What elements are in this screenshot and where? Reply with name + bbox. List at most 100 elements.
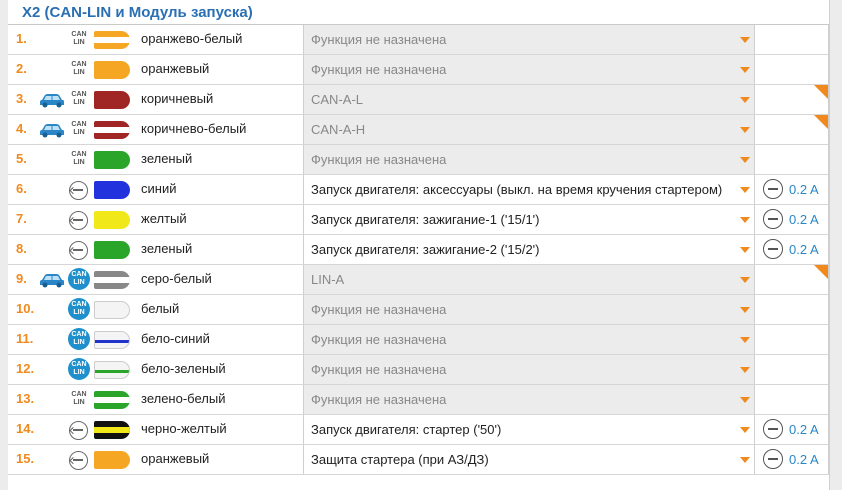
wire-color-swatch (94, 241, 130, 259)
output-toggle-icon[interactable] (69, 181, 88, 200)
output-toggle-icon[interactable] (69, 421, 88, 440)
current-limit-value: 0.2 A (789, 182, 819, 197)
dropdown-arrow-icon[interactable] (740, 127, 750, 133)
wire-color-swatch (94, 361, 130, 379)
can-lin-badge: CAN LIN (68, 58, 90, 80)
output-toggle-icon[interactable] (69, 451, 88, 470)
dropdown-arrow-icon[interactable] (740, 307, 750, 313)
output-settings-cell (755, 385, 829, 414)
pin-row: 2. CAN LIN оранжевый Функция не назначен… (8, 55, 829, 85)
wire-color-swatch (94, 391, 130, 409)
pin-number: 5. (16, 151, 27, 166)
function-value: Запуск двигателя: зажигание-2 ('15/2') (311, 242, 540, 257)
wire-color-swatch (94, 421, 130, 439)
function-select[interactable]: Функция не назначена (303, 355, 755, 384)
function-select[interactable]: Функция не назначена (303, 25, 755, 54)
can-label: CAN (71, 331, 87, 338)
pin-number: 11. (16, 331, 34, 346)
wire-stripe (94, 127, 130, 133)
dropdown-arrow-icon[interactable] (740, 217, 750, 223)
dropdown-arrow-icon[interactable] (740, 187, 750, 193)
wire-color-name: коричнево-белый (141, 121, 247, 136)
function-select[interactable]: Запуск двигателя: зажигание-1 ('15/1') (303, 205, 755, 234)
dropdown-arrow-icon[interactable] (740, 277, 750, 283)
output-toggle-icon[interactable] (69, 211, 88, 230)
function-value: Запуск двигателя: аксессуары (выкл. на в… (311, 182, 723, 197)
dropdown-arrow-icon[interactable] (740, 157, 750, 163)
current-limit-minus-icon[interactable] (763, 209, 783, 229)
output-settings-cell: 0.2 A (755, 415, 829, 444)
output-settings-cell (755, 265, 829, 294)
function-select[interactable]: Запуск двигателя: стартер ('50') (303, 415, 755, 444)
dropdown-arrow-icon[interactable] (740, 337, 750, 343)
dropdown-arrow-icon[interactable] (740, 67, 750, 73)
connector-panel: X2 (CAN-LIN и Модуль запуска) 1. CAN LIN… (8, 0, 830, 490)
dropdown-arrow-icon[interactable] (740, 427, 750, 433)
function-select[interactable]: Функция не назначена (303, 325, 755, 354)
pin-number: 3. (16, 91, 27, 106)
wire-color-name: желтый (141, 211, 187, 226)
can-lin-badge: CAN LIN (68, 28, 90, 50)
function-value: Запуск двигателя: зажигание-1 ('15/1') (311, 212, 540, 227)
wire-color-name: оранжево-белый (141, 31, 243, 46)
function-select[interactable]: CAN-A-L (303, 85, 755, 114)
pin-number: 4. (16, 121, 27, 136)
function-select[interactable]: CAN-A-H (303, 115, 755, 144)
function-select[interactable]: Защита стартера (при АЗ/ДЗ) (303, 445, 755, 474)
dropdown-arrow-icon[interactable] (740, 37, 750, 43)
lin-label: LIN (73, 399, 85, 406)
can-label: CAN (71, 301, 87, 308)
pin-number: 2. (16, 61, 27, 76)
lin-label: LIN (73, 69, 85, 76)
dropdown-arrow-icon[interactable] (740, 367, 750, 373)
wire-stripe (94, 37, 130, 43)
lin-label: LIN (73, 309, 85, 316)
pin-row: 5. CAN LIN зеленый Функция не назначена (8, 145, 829, 175)
wire-color-name: зеленый (141, 151, 193, 166)
function-select[interactable]: Запуск двигателя: зажигание-2 ('15/2') (303, 235, 755, 264)
wire-color-swatch (94, 211, 130, 229)
output-settings-cell (755, 145, 829, 174)
current-limit-value: 0.2 A (789, 422, 819, 437)
dropdown-arrow-icon[interactable] (740, 457, 750, 463)
can-lin-badge: CAN LIN (68, 118, 90, 140)
pin-row: 15. оранжевый Защита стартера (при АЗ/ДЗ… (8, 445, 829, 475)
dropdown-arrow-icon[interactable] (740, 97, 750, 103)
current-limit-minus-icon[interactable] (763, 449, 783, 469)
function-value: Функция не назначена (311, 362, 447, 377)
can-label: CAN (71, 121, 87, 128)
wire-color-name: оранжевый (141, 451, 210, 466)
output-settings-cell (755, 325, 829, 354)
function-select[interactable]: LIN-A (303, 265, 755, 294)
function-select[interactable]: Функция не назначена (303, 55, 755, 84)
output-settings-cell (755, 85, 829, 114)
lin-label: LIN (73, 339, 85, 346)
pin-number: 9. (16, 271, 27, 286)
output-toggle-icon[interactable] (69, 241, 88, 260)
pin-row: 12. CAN LIN бело-зеленый Функция не назн… (8, 355, 829, 385)
wire-color-name: синий (141, 181, 177, 196)
dropdown-arrow-icon[interactable] (740, 247, 750, 253)
function-select[interactable]: Функция не назначена (303, 295, 755, 324)
corner-marker-icon (814, 265, 828, 279)
lin-label: LIN (73, 159, 85, 166)
current-limit-minus-icon[interactable] (763, 419, 783, 439)
wire-color-swatch (94, 31, 130, 49)
wire-color-swatch (94, 271, 130, 289)
pin-row: 4. CAN LIN коричнево-белый CAN-A-H (8, 115, 829, 145)
current-limit-minus-icon[interactable] (763, 179, 783, 199)
pin-number: 13. (16, 391, 35, 406)
wire-color-name: коричневый (141, 91, 214, 106)
function-select[interactable]: Запуск двигателя: аксессуары (выкл. на в… (303, 175, 755, 204)
pin-row: 10. CAN LIN белый Функция не назначена (8, 295, 829, 325)
current-limit-minus-icon[interactable] (763, 239, 783, 259)
function-select[interactable]: Функция не назначена (303, 385, 755, 414)
pin-number: 14. (16, 421, 35, 436)
pin-row: 1. CAN LIN оранжево-белый Функция не наз… (8, 25, 829, 55)
car-icon (40, 124, 64, 138)
function-select[interactable]: Функция не назначена (303, 145, 755, 174)
can-label: CAN (71, 61, 87, 68)
corner-marker-icon (814, 85, 828, 99)
dropdown-arrow-icon[interactable] (740, 397, 750, 403)
current-limit-value: 0.2 A (789, 212, 819, 227)
